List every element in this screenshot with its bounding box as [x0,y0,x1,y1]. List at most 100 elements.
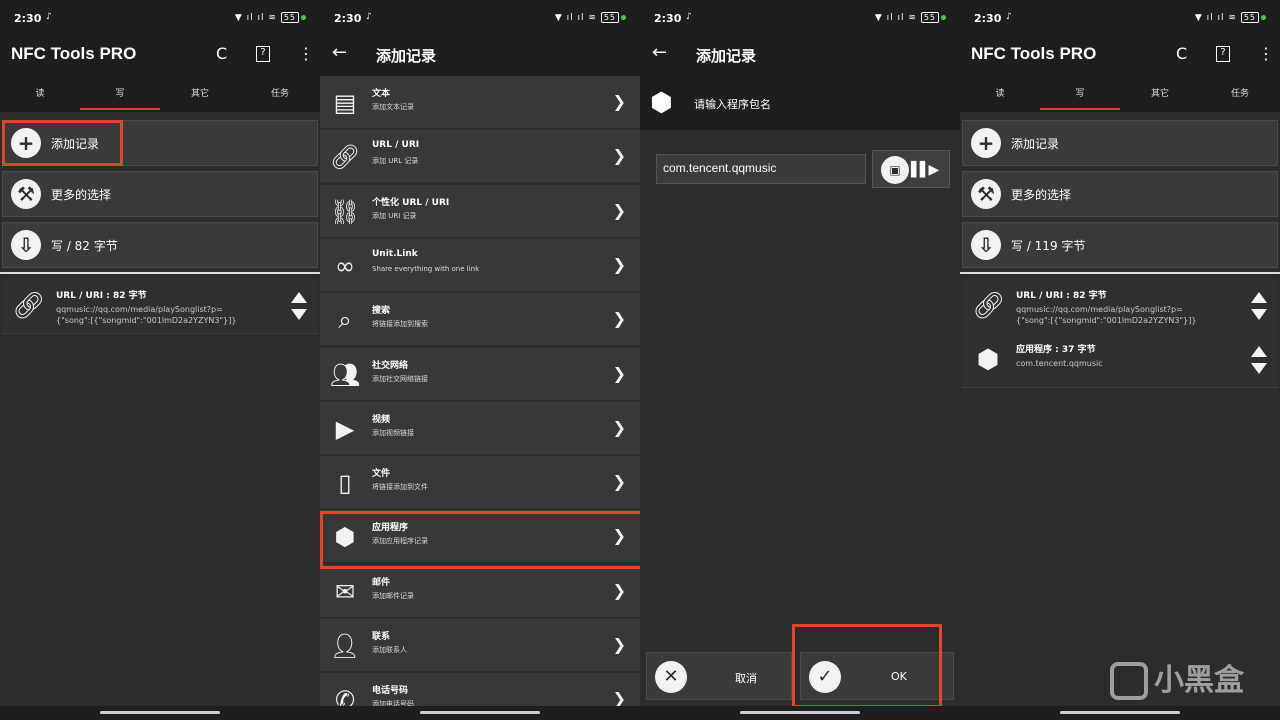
list-item-title: 联系 [372,632,391,642]
list-item-desc: 将链接添加到搜索 [372,320,428,329]
unit-link-icon: ∞ [335,251,355,280]
more-options-button[interactable]: ⚒ 更多的选择 [2,171,318,217]
app-title: NFC Tools PRO [11,44,137,63]
document-icon: ▤ [333,89,357,117]
list-item-title: 个性化 URL / URI [372,197,450,208]
panel-write-screen-after: 2:30 ♪ ▼ ıl ıl ≋ 55 NFC Tools PRO C ? ⋮ … [960,0,1280,720]
list-item-desc: 添加联系人 [372,646,407,654]
refresh-icon[interactable]: C [216,44,227,63]
list-item-file[interactable]: ▯ 文件 将链接添加到文件 ❯ [320,456,640,510]
help-icon[interactable]: ? [256,46,270,62]
list-item-contact[interactable]: 👤︎ 联系 添加联系人 ❯ [320,619,640,672]
custom-link-icon: ⛓ [329,197,361,226]
list-item-title: 文件 [372,469,391,480]
chevron-right-icon: ❯ [612,146,626,166]
reorder-icon[interactable] [290,292,308,320]
tab-bar: 读 写 其它 任务 [0,76,320,112]
list-item-unit-link[interactable]: ∞ Unit.Link Share everything with one link… [320,238,640,292]
list-item-document[interactable]: ▤ 文本 添加文本记录 ❯ [320,76,640,129]
chevron-right-icon: ❯ [612,472,626,492]
list-item-custom-link[interactable]: ⛓ 个性化 URL / URI 添加 URI 记录 ❯ [320,184,640,238]
divider [960,272,1280,274]
arrow-right-icon: ▌▌▶ [911,162,939,178]
tab-read[interactable]: 读 [0,76,80,112]
list-item-title: 搜索 [372,306,391,317]
file-icon: ▯ [338,469,352,498]
app-bar: ← 添加记录 [640,36,960,76]
panel-add-record-list: 2:30 ♪ ▼ ıl ıl ≋ 55 ← 添加记录 ▤ 文本添加文本记录 ❯ 🔗︎ U… [320,0,640,720]
chevron-right-icon: ❯ [612,363,626,383]
list-item-title: 社交网络 [372,360,409,371]
list-item-video[interactable]: ▶ 视频 添加视频链接 ❯ [320,401,640,455]
tab-write[interactable]: 写 [1040,76,1120,112]
cancel-button[interactable]: ✕ 取消 [646,652,792,700]
reorder-icon[interactable] [1250,346,1268,374]
list-item-people[interactable]: 👥︎ 社交网络 添加社交网络链接 ❯ [320,347,640,401]
chevron-right-icon: ❯ [612,200,626,220]
write-button[interactable]: ⇩ 写 / 82 字节 [2,222,318,268]
plus-icon: + [971,128,1001,158]
tab-tasks[interactable]: 任务 [240,76,320,112]
list-item-search[interactable]: ⌕ 搜索 将链接添加到搜索 ❯ [320,293,640,347]
android-icon: ▣ [881,156,909,184]
record-item[interactable]: 🔗︎ URL / URI : 82 字节 qqmusic://qq.com/me… [2,278,318,334]
cube-icon: ⬢ [976,345,1000,375]
highlight-box [792,624,942,708]
link-icon: 🔗︎ [972,291,1006,321]
back-arrow-icon[interactable]: ← [652,42,667,63]
panel-write-screen-before: 2:30 ♪ ▼ ıl ıl ≋ 55 NFC Tools PRO C ? ⋮ … [0,0,320,720]
list-item-desc: 添加 URI 记录 [372,211,417,220]
list-item-title: 视频 [372,414,391,425]
list-item-desc: 添加邮件记录 [372,591,414,600]
package-name-input[interactable]: com.tencent.qqmusic [656,154,866,184]
record-item[interactable]: 🔗︎ URL / URI : 82 字节 qqmusic://qq.com/me… [962,278,1278,334]
record-item[interactable]: ⬢ 应用程序 : 37 字节 com.tencent.qqmusic [962,332,1278,388]
list-item-desc: 添加文本记录 [372,103,414,111]
status-bar: 2:30 ♪ ▼ ıl ıl ≋ 55 [0,0,320,36]
back-arrow-icon[interactable]: ← [332,42,347,63]
mail-icon: ✉ [334,577,356,606]
tab-write[interactable]: 写 [80,76,160,112]
reorder-icon[interactable] [1250,292,1268,320]
page-title: 添加记录 [696,47,757,65]
tab-other[interactable]: 其它 [160,76,240,112]
link-icon: 🔗︎ [12,291,46,321]
list-item-title: 文本 [372,89,391,99]
cube-icon: ⬢ [650,88,673,118]
download-icon: ⇩ [11,230,41,260]
status-time: 2:30 [14,12,42,25]
status-bar: 2:30 ♪ ▼ ıl ıl ≋ 55 [640,0,960,36]
tab-tasks[interactable]: 任务 [1200,76,1280,112]
tab-read[interactable]: 读 [960,76,1040,112]
list-item-title: URL / URI [372,140,420,151]
wrench-icon: ⚒ [971,179,1001,209]
people-icon: 👥︎ [329,360,361,389]
list-item-mail[interactable]: ✉ 邮件 添加邮件记录 ❯ [320,564,640,618]
more-vert-icon[interactable]: ⋮ [1258,44,1274,63]
app-bar: ← 添加记录 [320,36,640,76]
list-item-desc: Share everything with one link [372,264,480,273]
highlight-box [2,120,123,166]
add-record-button[interactable]: + 添加记录 [962,120,1278,166]
status-bar: 2:30 ♪ ▼ ıl ıl ≋ 55 [320,0,640,36]
help-icon[interactable]: ? [1216,46,1230,62]
chevron-right-icon: ❯ [612,580,626,600]
contact-icon: 👤︎ [329,632,361,660]
video-icon: ▶ [335,414,355,443]
refresh-icon[interactable]: C [1176,44,1187,63]
nav-bar [640,706,960,720]
more-vert-icon[interactable]: ⋮ [298,44,314,63]
app-picker-button[interactable]: ▣ ▌▌▶ [872,150,950,188]
heybox-logo-icon [1110,662,1148,700]
nav-bar [960,706,1280,720]
link-icon: 🔗︎ [329,143,361,172]
app-bar: NFC Tools PRO C ? ⋮ [0,36,320,76]
write-button[interactable]: ⇩ 写 / 119 字节 [962,222,1278,268]
more-options-button[interactable]: ⚒ 更多的选择 [962,171,1278,217]
highlight-box [320,511,640,569]
chevron-right-icon: ❯ [612,417,626,437]
tab-other[interactable]: 其它 [1120,76,1200,112]
list-item-link[interactable]: 🔗︎ URL / URI 添加 URL 记录 ❯ [320,130,640,184]
tiktok-icon: ♪ [366,12,372,22]
status-bar: 2:30 ♪ ▼ ıl ıl ≋ 55 [960,0,1280,36]
